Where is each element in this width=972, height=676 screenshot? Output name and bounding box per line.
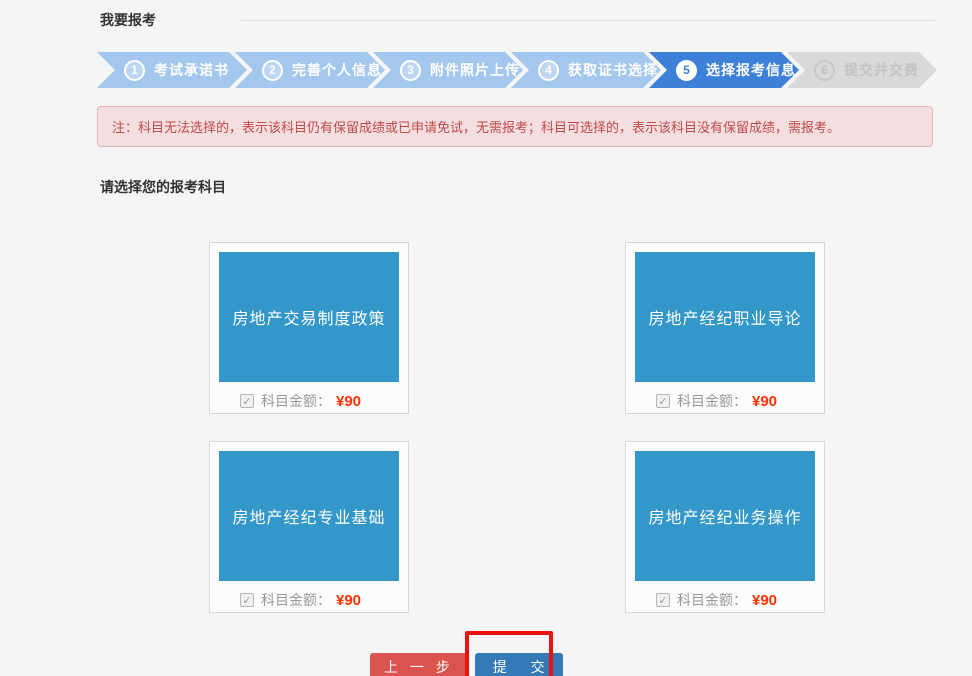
fee-value: ¥90	[336, 592, 361, 609]
subject-name-tile[interactable]: 房地产经纪职业导论	[635, 252, 815, 382]
step-number-badge: 4	[538, 60, 559, 81]
step-number-badge: 2	[262, 60, 283, 81]
step-wizard: 1 考试承诺书 2 完善个人信息 3 附件照片上传 4 获取证书选择 5 选择报…	[97, 52, 972, 88]
subject-card[interactable]: 房地产交易制度政策 ✓ 科目金额： ¥90	[209, 242, 409, 414]
subject-card[interactable]: 房地产经纪业务操作 ✓ 科目金额： ¥90	[625, 441, 825, 613]
fee-value: ¥90	[752, 393, 777, 410]
step-select-exam-info[interactable]: 5 选择报考信息	[649, 52, 799, 88]
step-number-badge: 6	[814, 60, 835, 81]
submit-button[interactable]: 提 交	[475, 653, 563, 676]
exam-registration-page: 我要报考 1 考试承诺书 2 完善个人信息 3 附件照片上传 4 获取证书选择 …	[0, 0, 972, 676]
step-personal-info[interactable]: 2 完善个人信息	[235, 52, 385, 88]
submit-button-wrap: 提 交	[475, 653, 563, 676]
step-number-badge: 3	[400, 60, 421, 81]
step-photo-upload[interactable]: 3 附件照片上传	[373, 52, 523, 88]
step-certificate-choice[interactable]: 4 获取证书选择	[511, 52, 661, 88]
subject-checkbox[interactable]: ✓	[240, 394, 254, 408]
fee-label: 科目金额：	[261, 391, 331, 411]
fee-row: ✓ 科目金额： ¥90	[656, 391, 824, 411]
step-label: 获取证书选择	[568, 60, 658, 80]
fee-row: ✓ 科目金额： ¥90	[656, 590, 824, 610]
subject-name-tile[interactable]: 房地产交易制度政策	[219, 252, 399, 382]
fee-row: ✓ 科目金额： ¥90	[240, 391, 408, 411]
subject-card[interactable]: 房地产经纪职业导论 ✓ 科目金额： ¥90	[625, 242, 825, 414]
fee-row: ✓ 科目金额： ¥90	[240, 590, 408, 610]
step-number-badge: 1	[124, 60, 145, 81]
fee-label: 科目金额：	[261, 590, 331, 610]
step-label: 考试承诺书	[154, 60, 229, 80]
step-label: 附件照片上传	[430, 60, 520, 80]
fee-label: 科目金额：	[677, 391, 747, 411]
header-divider	[241, 20, 935, 21]
subject-card[interactable]: 房地产经纪专业基础 ✓ 科目金额： ¥90	[209, 441, 409, 613]
fee-value: ¥90	[752, 592, 777, 609]
header: 我要报考	[0, 0, 972, 30]
subject-checkbox[interactable]: ✓	[656, 394, 670, 408]
section-title: 请选择您的报考科目	[100, 177, 972, 197]
step-label: 选择报考信息	[706, 60, 796, 80]
step-submit-and-pay: 6 提交并交费	[787, 52, 937, 88]
subject-checkbox[interactable]: ✓	[240, 593, 254, 607]
subject-name-tile[interactable]: 房地产经纪专业基础	[219, 451, 399, 581]
subject-checkbox[interactable]: ✓	[656, 593, 670, 607]
fee-value: ¥90	[336, 393, 361, 410]
step-number-badge: 5	[676, 60, 697, 81]
step-label: 提交并交费	[844, 60, 919, 80]
step-exam-pledge[interactable]: 1 考试承诺书	[97, 52, 247, 88]
page-title: 我要报考	[100, 10, 156, 30]
notice-banner: 注：科目无法选择的，表示该科目仍有保留成绩或已申请免试，无需报考；科目可选择的，…	[97, 106, 933, 147]
step-label: 完善个人信息	[292, 60, 382, 80]
fee-label: 科目金额：	[677, 590, 747, 610]
subject-name-tile[interactable]: 房地产经纪业务操作	[635, 451, 815, 581]
subject-card-grid: 房地产交易制度政策 ✓ 科目金额： ¥90 房地产经纪职业导论 ✓ 科目金额： …	[209, 242, 972, 613]
previous-step-button[interactable]: 上 一 步	[370, 653, 468, 676]
footer-actions: 上 一 步 提 交	[370, 653, 972, 676]
